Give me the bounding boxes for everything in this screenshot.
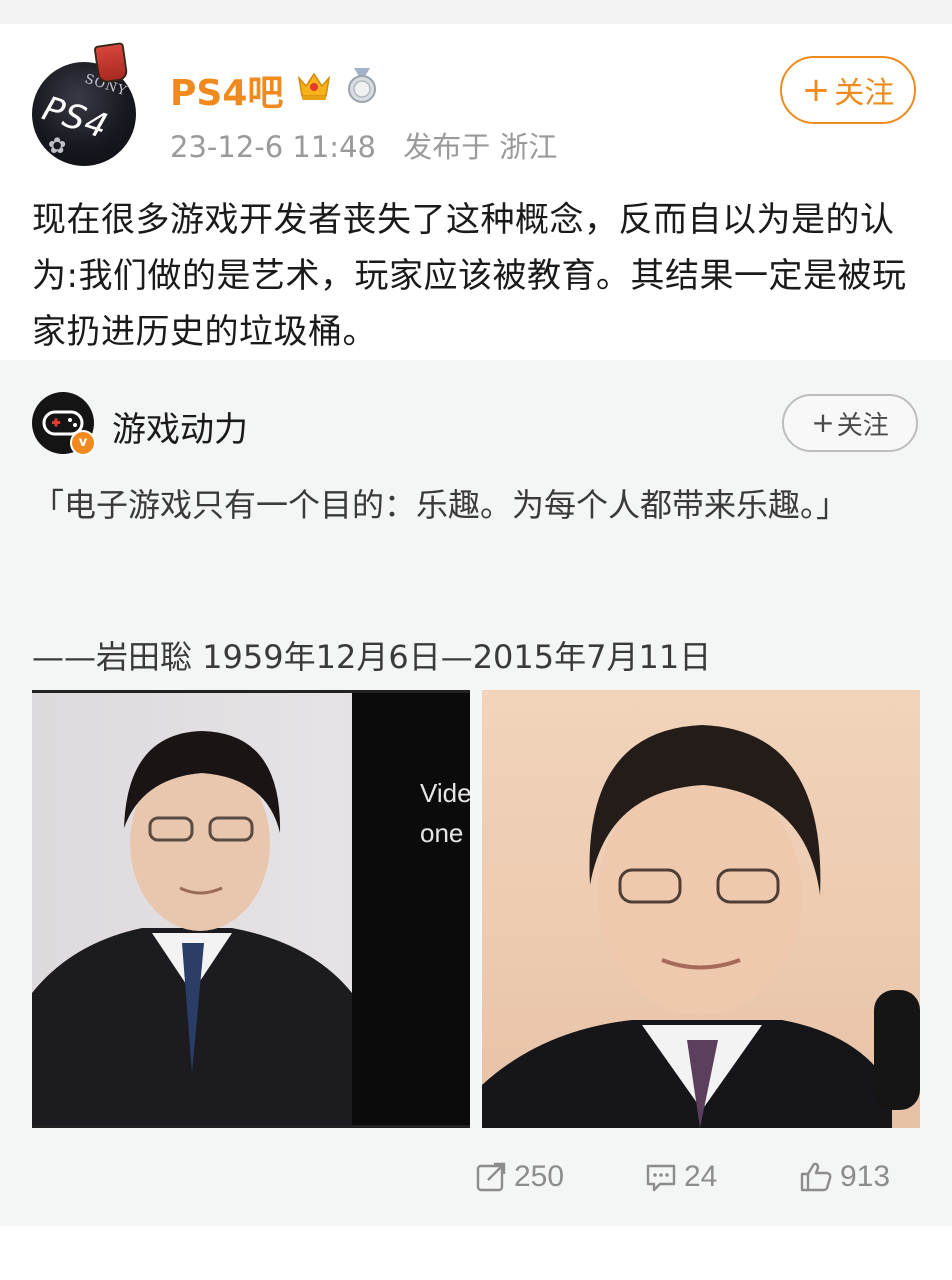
comment-count: 24	[684, 1160, 718, 1193]
video-text-line-1: Vide	[420, 778, 470, 808]
post-meta: 23-12-6 11:48 发布于 浙江	[170, 124, 575, 166]
repost-follow-button[interactable]: + 关注	[782, 394, 918, 452]
repost-quote-text: 「电子游戏只有一个目的：乐趣。为每个人都带来乐趣。」	[32, 486, 849, 524]
share-icon	[476, 1162, 506, 1192]
repost-author-avatar[interactable]: v	[32, 392, 96, 456]
person-figure-2	[482, 725, 920, 1128]
weibo-post-page: SONY PS4 ✿ PS4吧 23-12-6 11:48 发布于 浙江 + 关…	[0, 0, 952, 1280]
comment-icon	[646, 1164, 676, 1192]
post-time: 23-12-6 11:48	[170, 130, 376, 164]
photo-thumbnail-2[interactable]	[482, 690, 920, 1128]
like-action[interactable]: 913	[798, 1160, 890, 1194]
post-body-text: 现在很多游戏开发者丧失了这种概念，反而自以为是的认为:我们做的是艺术，玩家应该被…	[32, 200, 907, 352]
paw-icon: ✿	[48, 134, 67, 159]
author-name[interactable]: PS4吧	[170, 64, 283, 116]
avatar-badge-icon	[93, 42, 129, 84]
comment-action[interactable]: 24	[644, 1160, 717, 1194]
repost-signature-text: ——岩田聡 1959年12月6日—2015年7月11日	[32, 638, 712, 676]
top-bar	[0, 0, 952, 24]
follow-label: 关注	[834, 76, 895, 111]
post-card: SONY PS4 ✿ PS4吧 23-12-6 11:48 发布于 浙江 + 关…	[0, 24, 952, 360]
bottom-strip	[0, 1226, 952, 1280]
plus-icon: +	[801, 70, 831, 110]
medal-icon[interactable]	[344, 66, 380, 104]
video-overlay-panel	[352, 693, 470, 1125]
video-text-line-2: one	[420, 818, 464, 848]
like-count: 913	[840, 1160, 891, 1193]
reposted-card[interactable]: v 游戏动力 + 关注 「电子游戏只有一个目的：乐趣。为每个人都带来乐趣。」 —…	[0, 360, 952, 1226]
share-count: 250	[514, 1160, 565, 1193]
share-action[interactable]: 250	[474, 1160, 564, 1194]
plus-icon: +	[811, 406, 835, 439]
follow-button[interactable]: + 关注	[780, 56, 916, 124]
photo-thumbnail-1[interactable]: Vide one	[32, 690, 470, 1128]
repost-author-name[interactable]: 游戏动力	[112, 402, 248, 451]
action-bar: 250 24 913	[0, 1160, 952, 1210]
post-location: 发布于 浙江	[403, 130, 558, 164]
like-icon	[800, 1162, 832, 1192]
crown-icon[interactable]	[296, 68, 332, 104]
video-overlay-text: Vide one	[420, 773, 470, 853]
repost-follow-label: 关注	[836, 410, 889, 441]
verified-badge: v	[70, 430, 96, 456]
